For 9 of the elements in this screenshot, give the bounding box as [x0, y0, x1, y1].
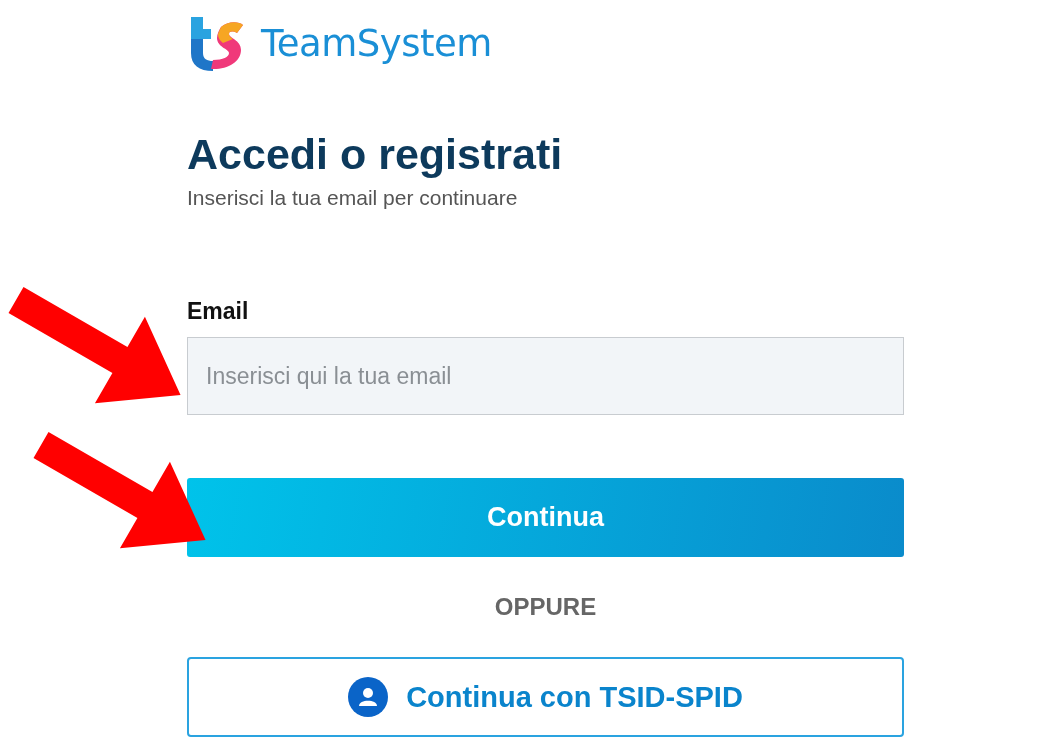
page-title: Accedi o registrati	[187, 129, 564, 180]
separator-text: OPPURE	[493, 593, 598, 621]
subtitle: Inserisci la tua email per continuare	[187, 186, 519, 210]
user-icon	[348, 677, 389, 717]
continue-button[interactable]: Continua	[187, 478, 904, 557]
brand-name: TeamSystem	[261, 21, 492, 65]
spid-button[interactable]: Continua con TSID-SPID	[187, 657, 904, 737]
email-label: Email	[187, 298, 250, 325]
email-field[interactable]: Inserisci qui la tua email	[187, 337, 904, 415]
